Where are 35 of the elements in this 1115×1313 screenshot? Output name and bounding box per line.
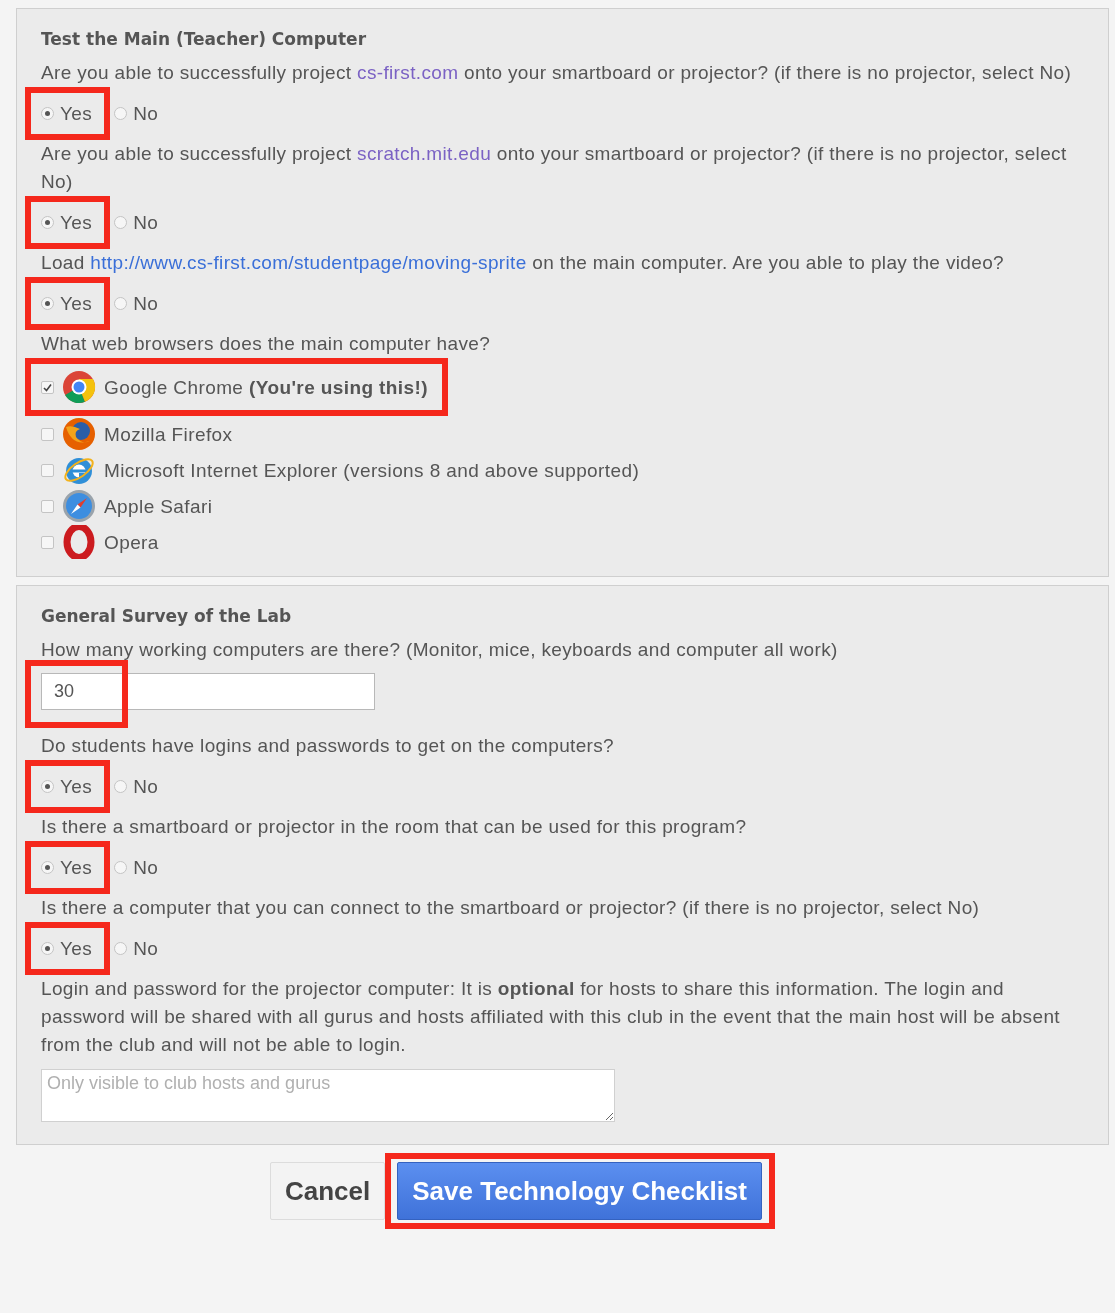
option-label: No (133, 102, 159, 126)
option-label: Yes (60, 856, 93, 880)
link[interactable]: scratch.mit.edu (357, 143, 492, 164)
question-text: Login and password for the projector computer: It is optional for hosts to share this information. The login and password will be shared with all gurus and hosts affiliated with this club in the event that the main host will be absent from the club and will not be able to login. (41, 977, 1061, 1057)
option-label: No (133, 775, 159, 799)
option-label: Yes (60, 775, 93, 799)
question-text: Are you able to successfully project scratch.mit.edu onto your smartboard or projector? (if there is no projector, select No) (41, 142, 1068, 194)
option-label: No (133, 292, 159, 316)
option-label: Yes (60, 292, 93, 316)
save-button[interactable]: Save Technology Checklist (397, 1162, 762, 1220)
link[interactable]: cs-first.com (357, 62, 459, 83)
option-label: Yes (60, 102, 93, 126)
section-title: General Survey of the Lab (41, 605, 293, 628)
cancel-button[interactable]: Cancel (270, 1162, 386, 1220)
option-label: No (133, 937, 159, 961)
option-label: No (133, 211, 159, 235)
question-text: Is there a smartboard or projector in the room that can be used for this program? (41, 815, 748, 839)
option-label: Microsoft Internet Explorer (versions 8 and above supported) (104, 458, 640, 483)
option-label: Opera (104, 530, 159, 555)
question-text: How many working computers are there? (Monitor, mice, keyboards and computer all work) (41, 638, 839, 662)
question-text: Are you able to successfully project cs-first.com onto your smartboard or projector? (if there is no projector, select No) (41, 61, 1073, 85)
question-text: Load http://www.cs-first.com/studentpage/moving-sprite on the main computer. Are you able to play the video? (41, 251, 1005, 275)
section-title: Test the Main (Teacher) Computer (41, 28, 368, 51)
option-label: No (133, 856, 159, 880)
option-label: Mozilla Firefox (104, 422, 233, 447)
option-label: Yes (60, 937, 93, 961)
question-text: Is there a computer that you can connect to the smartboard or projector? (if there is no projector, select No) (41, 896, 981, 920)
option-label: Google Chrome (You're using this!) (104, 375, 428, 400)
option-label: Yes (60, 211, 93, 235)
option-label: Apple Safari (104, 494, 213, 519)
link[interactable]: http://www.cs-first.com/studentpage/moving-sprite (90, 252, 527, 273)
question-text: What web browsers does the main computer have? (41, 332, 492, 356)
input-field[interactable]: 30 (41, 673, 375, 710)
question-text: Do students have logins and passwords to get on the computers? (41, 734, 616, 758)
text-area[interactable]: Only visible to club hosts and gurus (41, 1069, 615, 1122)
